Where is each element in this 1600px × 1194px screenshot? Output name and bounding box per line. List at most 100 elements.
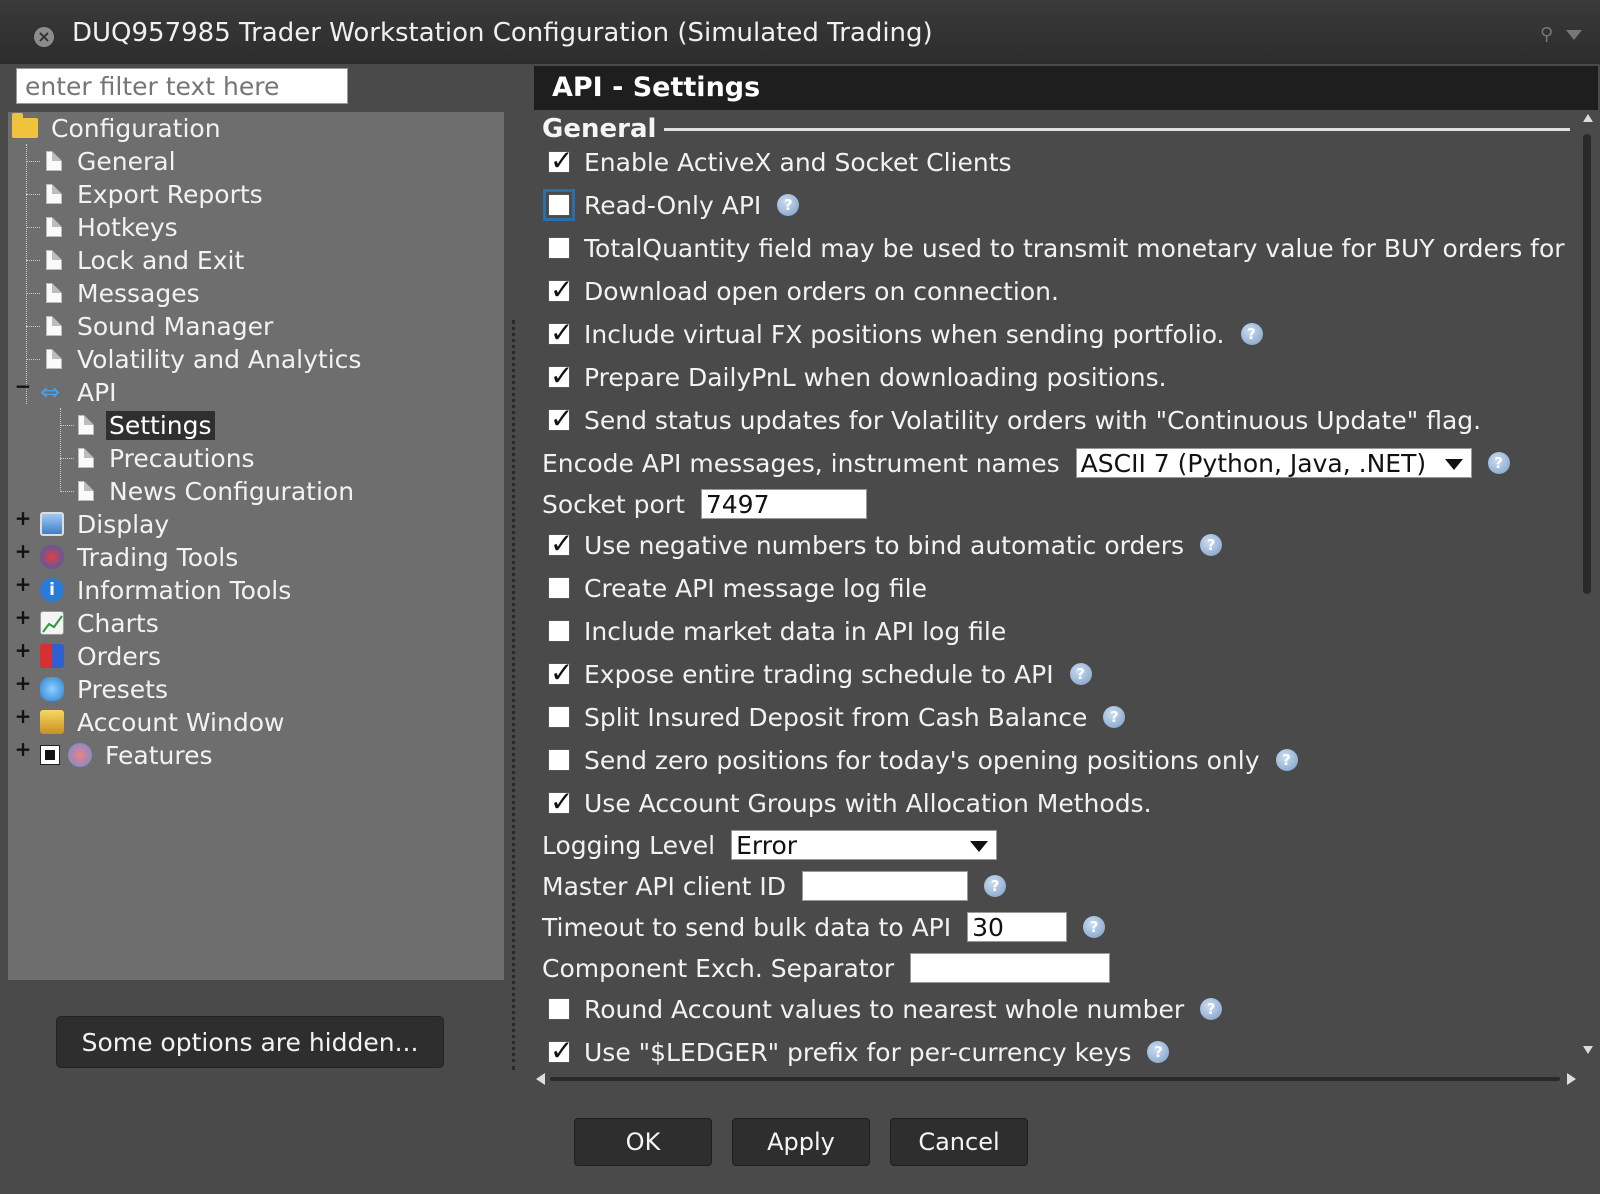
- window-menu-arrow-icon[interactable]: [1566, 30, 1582, 40]
- expand-icon[interactable]: +: [14, 605, 32, 629]
- account-groups-checkbox[interactable]: [548, 785, 573, 818]
- check-row[interactable]: Prepare DailyPnL when downloading positi…: [542, 359, 1167, 395]
- tree-item-news-configuration[interactable]: News Configuration: [78, 475, 357, 507]
- check-row[interactable]: Enable ActiveX and Socket Clients: [542, 144, 1012, 180]
- help-icon[interactable]: ?: [1240, 323, 1263, 345]
- expand-icon[interactable]: +: [14, 638, 32, 662]
- check-row[interactable]: TotalQuantity field may be used to trans…: [542, 230, 1565, 266]
- tree-item-hotkeys[interactable]: Hotkeys: [46, 211, 181, 243]
- help-icon[interactable]: ?: [1069, 663, 1092, 685]
- scroll-thumb[interactable]: [1583, 134, 1591, 594]
- volatility-status-checkbox[interactable]: [548, 402, 573, 435]
- check-row[interactable]: Send zero positions for today's opening …: [542, 742, 1298, 778]
- negative-numbers-checkbox[interactable]: [548, 527, 573, 560]
- tree-item-volatility-and-analytics[interactable]: Volatility and Analytics: [46, 343, 364, 375]
- scroll-left-icon[interactable]: [536, 1073, 545, 1085]
- help-icon[interactable]: ?: [1275, 749, 1298, 771]
- check-row[interactable]: Use negative numbers to bind automatic o…: [542, 527, 1223, 563]
- socket-port-input[interactable]: [700, 489, 867, 519]
- tree-label: Configuration: [51, 113, 221, 143]
- tree-item-orders[interactable]: Orders: [40, 640, 164, 672]
- tree-root-configuration[interactable]: Configuration: [12, 112, 224, 144]
- panel-splitter[interactable]: [512, 320, 515, 1070]
- market-data-log-checkbox[interactable]: [548, 620, 570, 642]
- expand-icon[interactable]: +: [14, 737, 32, 761]
- tree-item-messages[interactable]: Messages: [46, 277, 203, 309]
- help-icon[interactable]: ?: [984, 875, 1007, 897]
- collapse-icon[interactable]: −: [14, 374, 32, 398]
- exch-separator-input[interactable]: [910, 953, 1111, 983]
- tree-label: Orders: [77, 641, 162, 671]
- download-open-orders-checkbox[interactable]: [548, 273, 573, 306]
- master-client-id-input[interactable]: [802, 871, 969, 901]
- apply-button[interactable]: Apply: [732, 1118, 870, 1166]
- check-row[interactable]: Send status updates for Volatility order…: [542, 402, 1481, 438]
- vertical-scrollbar[interactable]: [1580, 114, 1596, 1064]
- enable-activex-checkbox[interactable]: [548, 144, 573, 177]
- scroll-track[interactable]: [550, 1077, 1560, 1081]
- cancel-button[interactable]: Cancel: [890, 1118, 1028, 1166]
- help-icon[interactable]: ?: [1083, 916, 1106, 938]
- check-row[interactable]: Expose entire trading schedule to API ?: [542, 656, 1092, 692]
- expand-icon[interactable]: +: [14, 671, 32, 695]
- round-account-values-checkbox[interactable]: [548, 998, 570, 1020]
- help-icon[interactable]: ?: [1487, 452, 1510, 474]
- help-icon[interactable]: ?: [1200, 534, 1223, 556]
- ok-button[interactable]: OK: [574, 1118, 712, 1166]
- check-row[interactable]: Use Account Groups with Allocation Metho…: [542, 785, 1152, 821]
- check-row[interactable]: Split Insured Deposit from Cash Balance …: [542, 699, 1126, 735]
- tree-item-general[interactable]: General: [46, 145, 179, 177]
- tree-label: General: [77, 146, 176, 176]
- check-row[interactable]: Use "$LEDGER" prefix for per-currency ke…: [542, 1034, 1170, 1070]
- tree-item-features[interactable]: Features: [40, 739, 216, 771]
- daily-pnl-checkbox[interactable]: [548, 359, 573, 392]
- tree-item-lock-and-exit[interactable]: Lock and Exit: [46, 244, 247, 276]
- total-quantity-checkbox[interactable]: [548, 237, 570, 259]
- check-row[interactable]: Download open orders on connection.: [542, 273, 1059, 309]
- create-log-checkbox[interactable]: [548, 577, 570, 599]
- horizontal-scrollbar[interactable]: [536, 1072, 1576, 1086]
- scroll-up-icon[interactable]: [1583, 114, 1593, 122]
- expand-icon[interactable]: +: [14, 506, 32, 530]
- expand-icon[interactable]: +: [14, 704, 32, 728]
- scroll-down-icon[interactable]: [1583, 1046, 1593, 1054]
- tree-item-precautions[interactable]: Precautions: [78, 442, 258, 474]
- check-row[interactable]: Include market data in API log file: [542, 613, 1006, 649]
- tree-item-charts[interactable]: Charts: [40, 607, 162, 639]
- trading-schedule-checkbox[interactable]: [548, 656, 573, 689]
- ledger-prefix-checkbox[interactable]: [548, 1034, 573, 1067]
- read-only-api-checkbox[interactable]: [543, 189, 575, 221]
- tree-item-account-window[interactable]: Account Window: [40, 706, 287, 738]
- help-icon[interactable]: ?: [1147, 1041, 1170, 1063]
- help-icon[interactable]: ?: [1103, 706, 1126, 728]
- check-row[interactable]: Create API message log file: [542, 570, 927, 606]
- scroll-right-icon[interactable]: [1567, 1073, 1576, 1085]
- tree-item-api[interactable]: ⇔ API: [40, 376, 120, 408]
- help-icon[interactable]: ?: [777, 194, 800, 216]
- check-row[interactable]: Round Account values to nearest whole nu…: [542, 991, 1223, 1027]
- filter-input[interactable]: [16, 68, 348, 104]
- check-row[interactable]: Include virtual FX positions when sendin…: [542, 316, 1263, 352]
- expand-icon[interactable]: +: [14, 539, 32, 563]
- help-icon[interactable]: ?: [1200, 998, 1223, 1020]
- features-checkbox[interactable]: [40, 745, 60, 765]
- pin-icon[interactable]: ⚲: [1540, 24, 1553, 45]
- encode-select[interactable]: ASCII 7 (Python, Java, .NET): [1075, 448, 1472, 478]
- close-icon[interactable]: ×: [34, 27, 54, 47]
- tree-label: Export Reports: [77, 179, 263, 209]
- tree-item-information-tools[interactable]: i Information Tools: [40, 574, 294, 606]
- expand-icon[interactable]: +: [14, 572, 32, 596]
- some-options-hidden-button[interactable]: Some options are hidden...: [56, 1016, 444, 1068]
- tree-item-sound-manager[interactable]: Sound Manager: [46, 310, 276, 342]
- tree-item-presets[interactable]: Presets: [40, 673, 171, 705]
- timeout-input[interactable]: [967, 912, 1068, 942]
- virtual-fx-checkbox[interactable]: [548, 316, 573, 349]
- split-insured-deposit-checkbox[interactable]: [548, 706, 570, 728]
- tree-item-trading-tools[interactable]: Trading Tools: [40, 541, 241, 573]
- logging-level-select[interactable]: Error: [731, 830, 998, 860]
- tree-item-export-reports[interactable]: Export Reports: [46, 178, 266, 210]
- tree-item-display[interactable]: Display: [40, 508, 172, 540]
- zero-positions-checkbox[interactable]: [548, 749, 570, 771]
- tree-item-settings[interactable]: Settings: [78, 409, 215, 441]
- check-row[interactable]: Read-Only API ?: [542, 187, 800, 223]
